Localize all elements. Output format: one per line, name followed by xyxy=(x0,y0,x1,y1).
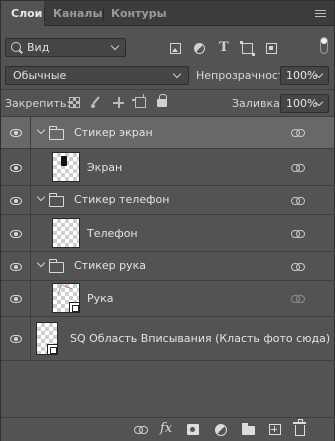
eye-icon xyxy=(10,164,22,172)
new-group-icon[interactable] xyxy=(242,423,255,435)
visibility-toggle[interactable] xyxy=(1,252,31,280)
filter-kind-value: Вид xyxy=(27,41,50,54)
fill-label: Заливка: xyxy=(232,97,284,110)
adjustment-filter-icon[interactable] xyxy=(194,43,205,54)
link-icon xyxy=(291,263,305,271)
layers-bottom-toolbar: fx xyxy=(1,417,334,441)
tab-channels[interactable]: Каналы xyxy=(47,1,108,26)
layer-thumbnail xyxy=(52,218,80,248)
layer-name: Рука xyxy=(87,292,114,305)
phone-screen-mark xyxy=(61,156,67,166)
layer-row-group[interactable]: Стикер телефон xyxy=(1,186,334,215)
fill-value: 100% xyxy=(286,97,318,110)
chevron-down-icon xyxy=(172,69,182,79)
lock-transparent-icon[interactable] xyxy=(69,97,80,108)
folder-icon xyxy=(48,259,64,273)
visibility-toggle[interactable] xyxy=(1,317,31,360)
visibility-toggle[interactable] xyxy=(1,281,31,316)
filter-row: Вид T xyxy=(1,27,334,65)
opacity-field[interactable]: 100% xyxy=(280,66,329,85)
opacity-value: 100% xyxy=(286,69,318,82)
layers-list: Стикер экран Экран Стикер телефон Телефо… xyxy=(1,117,334,417)
lock-artboard-icon[interactable] xyxy=(132,94,146,108)
delete-layer-icon[interactable] xyxy=(293,419,306,436)
type-filter-icon[interactable]: T xyxy=(219,40,231,55)
lock-position-icon[interactable] xyxy=(113,97,124,108)
layer-thumbnail xyxy=(36,322,58,355)
eye-icon xyxy=(10,197,22,205)
smart-object-badge-icon xyxy=(47,344,58,355)
eye-icon xyxy=(10,230,22,238)
chevron-down-icon[interactable] xyxy=(36,192,46,202)
visibility-toggle[interactable] xyxy=(1,186,31,214)
layer-row[interactable]: Экран xyxy=(1,149,334,186)
layer-row-group[interactable]: Стикер экран xyxy=(1,117,334,149)
lock-all-icon[interactable] xyxy=(157,94,167,107)
tab-layers[interactable]: Слои xyxy=(1,1,44,27)
search-icon xyxy=(11,42,21,52)
link-icon xyxy=(291,197,305,205)
image-filter-icon[interactable] xyxy=(170,43,181,54)
tab-divider xyxy=(103,7,104,21)
filter-toggle[interactable] xyxy=(320,37,328,54)
blend-mode-select[interactable]: Обычные xyxy=(5,66,189,85)
link-icon xyxy=(291,230,305,238)
link-icon xyxy=(291,129,305,137)
tab-paths[interactable]: Контуры xyxy=(105,1,173,26)
smart-object-filter-icon[interactable] xyxy=(266,43,277,54)
add-mask-icon[interactable] xyxy=(187,424,199,435)
visibility-toggle[interactable] xyxy=(1,215,31,251)
layer-name: SQ Область Вписывания (Класть фото сюда) xyxy=(70,332,331,345)
layer-name: Стикер телефон xyxy=(74,193,170,206)
visibility-toggle[interactable] xyxy=(1,117,31,148)
panel-tabbar: Слои Каналы Контуры xyxy=(1,1,334,27)
fx-icon[interactable]: fx xyxy=(160,421,176,436)
eye-icon xyxy=(10,335,22,343)
layer-row[interactable]: Рука xyxy=(1,281,334,317)
lock-label: Закрепить: xyxy=(5,97,71,110)
layer-row-group[interactable]: Стикер рука xyxy=(1,252,334,281)
blend-mode-value: Обычные xyxy=(13,69,67,82)
layer-thumbnail xyxy=(52,152,80,182)
link-icon xyxy=(291,295,305,303)
eye-icon xyxy=(10,295,22,303)
fill-field[interactable]: 100% xyxy=(280,94,329,113)
new-adjustment-icon[interactable] xyxy=(215,424,227,436)
chevron-down-icon[interactable] xyxy=(36,258,46,268)
layer-row[interactable]: SQ Область Вписывания (Класть фото сюда) xyxy=(1,317,334,361)
layer-row[interactable]: Телефон xyxy=(1,215,334,252)
layers-panel: Слои Каналы Контуры Вид T Обычные Непроз… xyxy=(0,0,335,441)
hand-sketch-mark xyxy=(57,284,73,298)
new-layer-icon[interactable] xyxy=(269,424,281,435)
shape-filter-icon[interactable] xyxy=(240,41,255,56)
visibility-toggle[interactable] xyxy=(1,149,31,185)
blend-row: Обычные Непрозрачность: 100% xyxy=(1,65,334,89)
folder-icon xyxy=(48,193,64,207)
link-layers-icon[interactable] xyxy=(134,424,148,435)
lock-row: Закрепить: Заливка: 100% xyxy=(1,90,334,116)
filter-kind-select[interactable]: Вид xyxy=(5,38,126,57)
link-icon xyxy=(291,164,305,172)
lock-image-icon[interactable] xyxy=(91,97,102,108)
folder-icon xyxy=(48,126,64,140)
layer-name: Экран xyxy=(87,161,123,174)
chevron-down-icon[interactable] xyxy=(36,125,46,135)
chevron-down-icon xyxy=(110,41,120,51)
layer-name: Стикер рука xyxy=(74,259,147,272)
layer-name: Телефон xyxy=(87,227,138,240)
smart-object-badge-icon xyxy=(69,302,80,313)
panel-menu-icon[interactable] xyxy=(315,10,326,18)
layer-name: Стикер экран xyxy=(74,126,153,139)
eye-icon xyxy=(10,129,22,137)
layer-thumbnail xyxy=(52,283,80,313)
eye-icon xyxy=(10,263,22,271)
tab-divider xyxy=(44,7,45,21)
